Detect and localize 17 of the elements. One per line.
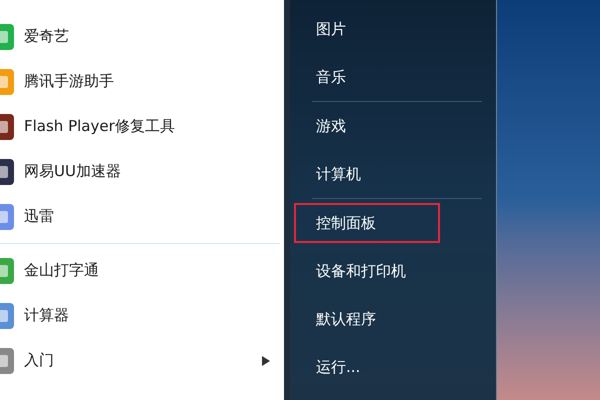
places-item[interactable]: 游戏 (294, 106, 346, 146)
places-item[interactable]: 音乐 (294, 57, 346, 97)
places-item[interactable]: 控制面板 (294, 203, 440, 243)
program-item[interactable]: 网易UU加速器 (0, 149, 284, 194)
places-item[interactable]: 运行... (294, 347, 360, 387)
program-item[interactable]: 爱奇艺 (0, 14, 284, 59)
places-item[interactable]: 默认程序 (294, 299, 376, 339)
places-item[interactable]: 设备和打印机 (294, 251, 406, 291)
program-item[interactable]: 金山打字通 (0, 248, 280, 293)
program-item[interactable]: 腾讯手游助手 (0, 59, 284, 104)
program-item[interactable]: 迅雷 (0, 194, 284, 239)
submenu-arrow-icon (262, 356, 270, 366)
program-item[interactable]: 计算器 (0, 293, 280, 338)
places-item[interactable]: 图片 (294, 9, 346, 49)
program-item[interactable]: Flash Player修复工具 (0, 104, 284, 149)
places-item[interactable]: 计算机 (294, 154, 361, 194)
program-item[interactable]: 入门 (0, 338, 280, 383)
